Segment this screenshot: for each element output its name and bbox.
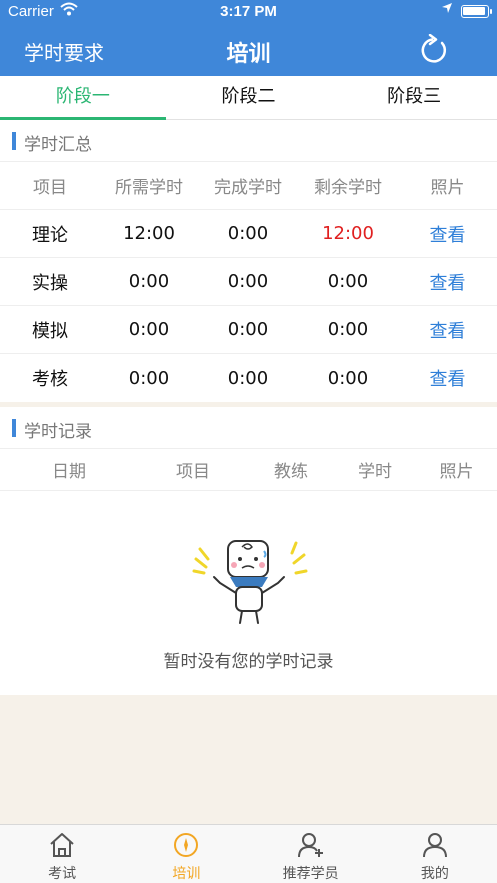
column-header: 所需学时: [115, 178, 183, 198]
column-header: 剩余学时: [314, 178, 382, 198]
required-cell: 0:00: [128, 319, 170, 340]
empty-state: 暂时没有您的学时记录: [0, 491, 497, 695]
view-photo-link[interactable]: 查看: [398, 317, 497, 343]
column-header: 项目: [33, 178, 67, 198]
status-bar: Carrier 3:17 PM: [0, 0, 497, 24]
item-cell: 模拟: [32, 320, 68, 342]
bottom-tab-bar: 考试 培训 推荐学员 我的: [0, 824, 497, 883]
view-photo-link[interactable]: 查看: [398, 221, 497, 247]
user-icon: [422, 833, 447, 858]
records-table-header: 日期 项目 教练 学时 照片: [0, 449, 497, 491]
required-cell: 12:00: [123, 223, 175, 244]
remaining-cell: 0:00: [327, 319, 369, 340]
tabbar-item-recommend[interactable]: 推荐学员: [249, 825, 373, 883]
remaining-cell: 0:00: [327, 271, 369, 292]
battery-icon: [461, 5, 489, 18]
done-cell: 0:00: [227, 319, 269, 340]
summary-table-header: 项目 所需学时 完成学时 剩余学时 照片: [0, 162, 497, 210]
required-cell: 0:00: [128, 271, 170, 292]
column-header: 照片: [430, 178, 465, 198]
item-cell: 理论: [32, 224, 68, 246]
table-row: 考核 0:00 0:00 0:00 查看: [0, 354, 497, 402]
tabbar-label: 我的: [420, 866, 449, 882]
battery-tip: [490, 9, 492, 14]
done-cell: 0:00: [227, 271, 269, 292]
view-photo-link[interactable]: 查看: [398, 365, 497, 391]
tabbar-item-exam[interactable]: 考试: [0, 825, 124, 883]
required-cell: 0:00: [128, 367, 170, 389]
table-row: 实操 0:00 0:00 0:00 查看: [0, 258, 497, 306]
done-cell: 0:00: [227, 223, 269, 244]
tab-stage-one[interactable]: 阶段一: [0, 76, 166, 120]
table-row: 模拟 0:00 0:00 0:00 查看: [0, 306, 497, 354]
column-header: 照片: [439, 462, 474, 482]
tabbar-label: 推荐学员: [282, 866, 339, 882]
nav-bar: 学时要求 培训: [0, 24, 497, 76]
home-icon: [50, 833, 74, 857]
refresh-icon[interactable]: [419, 33, 451, 66]
column-header: 教练: [274, 462, 308, 482]
done-cell: 0:00: [227, 367, 269, 389]
stage-tabs: 阶段一 阶段二 阶段三: [0, 76, 497, 120]
item-cell: 考核: [32, 369, 68, 390]
empty-message: 暂时没有您的学时记录: [163, 652, 334, 672]
summary-section: 学时汇总 项目 所需学时 完成学时 剩余学时 照片 理论 12:00 0:00 …: [0, 120, 497, 402]
tabbar-label: 培训: [172, 866, 201, 882]
item-cell: 实操: [32, 272, 68, 294]
tab-stage-three[interactable]: 阶段三: [331, 76, 497, 119]
section-accent-bar: [12, 419, 16, 437]
remaining-cell: 0:00: [327, 367, 369, 389]
tab-stage-two[interactable]: 阶段二: [166, 76, 332, 119]
column-header: 学时: [358, 462, 392, 482]
confused-mascot-icon: [192, 540, 308, 624]
column-header: 项目: [176, 462, 210, 482]
tabbar-item-training[interactable]: 培训: [124, 825, 248, 883]
records-section: 学时记录 日期 项目 教练 学时 照片 暂时没有您的学时记录: [0, 407, 497, 695]
records-title: 学时记录: [24, 422, 92, 442]
records-header: 学时记录: [0, 407, 497, 449]
study-hour-requirement-link[interactable]: 学时要求: [24, 37, 104, 66]
column-header: 日期: [52, 462, 86, 482]
summary-title: 学时汇总: [24, 135, 92, 155]
add-user-icon: [297, 833, 323, 858]
table-row: 理论 12:00 0:00 12:00 查看: [0, 210, 497, 258]
compass-icon: [174, 833, 199, 857]
tabbar-item-mine[interactable]: 我的: [373, 825, 497, 883]
location-arrow-icon: [441, 2, 453, 17]
view-photo-link[interactable]: 查看: [398, 269, 497, 295]
tabbar-label: 考试: [48, 866, 77, 882]
section-accent-bar: [12, 132, 16, 150]
summary-header: 学时汇总: [0, 120, 497, 162]
clock: 3:17 PM: [220, 3, 277, 20]
column-header: 完成学时: [214, 178, 282, 198]
remaining-cell: 12:00: [322, 223, 374, 244]
